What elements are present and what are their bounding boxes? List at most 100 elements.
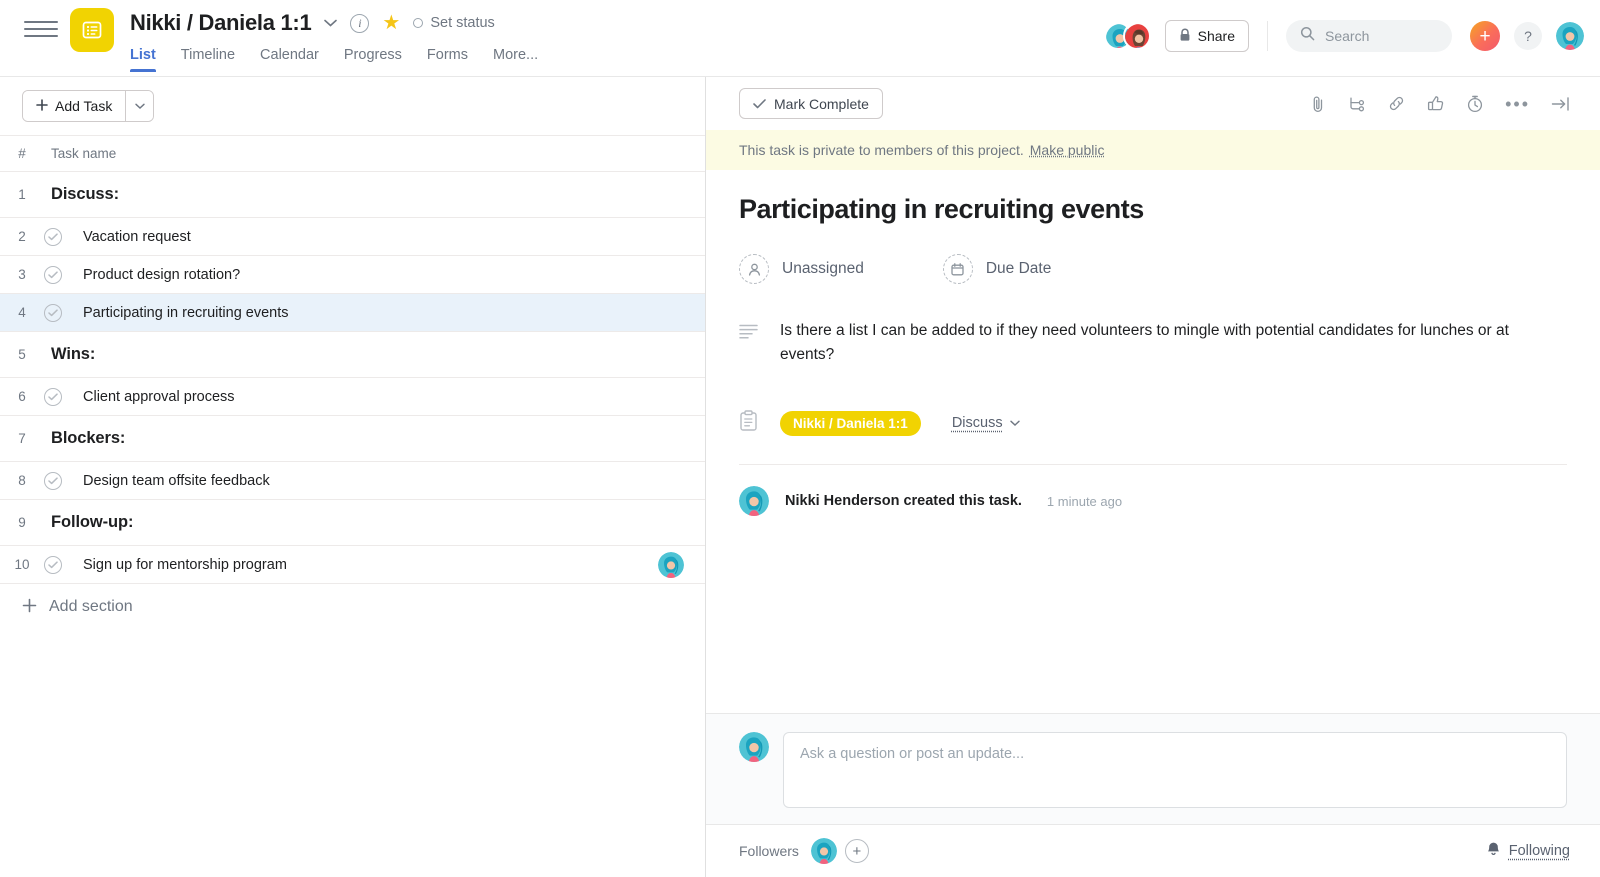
task-section-dropdown[interactable]: Discuss <box>952 415 1020 431</box>
collapse-panel-icon[interactable] <box>1551 96 1570 112</box>
timer-icon[interactable] <box>1466 95 1484 113</box>
project-members-avatars[interactable] <box>1103 22 1151 50</box>
main-content: Add Task # Task name 1 Discuss: 2 Vacati… <box>0 76 1600 877</box>
task-detail-pane: Mark Complete ••• This task is private t… <box>706 77 1600 877</box>
section-title[interactable]: Discuss: <box>44 185 119 204</box>
table-row[interactable]: 6 Client approval process <box>0 378 705 416</box>
add-section-button[interactable]: Add section <box>0 584 705 630</box>
assignee-field[interactable]: Unassigned <box>739 254 864 284</box>
projects-icon <box>739 410 758 436</box>
task-name[interactable]: Product design rotation? <box>62 267 240 283</box>
avatar[interactable] <box>1556 22 1584 50</box>
avatar[interactable] <box>739 732 769 762</box>
calendar-icon <box>942 254 973 284</box>
comment-input[interactable]: Ask a question or post an update... <box>783 732 1567 808</box>
table-row[interactable]: 1 Discuss: <box>0 172 705 218</box>
complete-task-icon[interactable] <box>44 471 62 490</box>
info-icon[interactable]: i <box>350 13 370 33</box>
tab-list[interactable]: List <box>130 47 156 72</box>
avatar[interactable] <box>739 486 769 517</box>
make-public-link[interactable]: Make public <box>1030 142 1105 158</box>
hamburger-icon[interactable] <box>24 12 58 46</box>
section-title[interactable]: Wins: <box>44 345 95 364</box>
description-row: Is there a list I can be added to if the… <box>739 319 1567 367</box>
project-chip[interactable]: Nikki / Daniela 1:1 <box>780 410 921 436</box>
row-number: 4 <box>18 305 26 320</box>
like-icon[interactable] <box>1427 95 1445 112</box>
due-date-field[interactable]: Due Date <box>942 254 1051 284</box>
table-row[interactable]: 7 Blockers: <box>0 416 705 462</box>
star-icon[interactable]: ★ <box>382 13 400 33</box>
table-row[interactable]: 10 Sign up for mentorship program <box>0 546 705 584</box>
row-number: 2 <box>18 229 26 244</box>
chevron-down-icon <box>1009 415 1020 431</box>
tab-forms[interactable]: Forms <box>427 47 468 72</box>
task-actions: ••• <box>1310 95 1570 113</box>
complete-task-icon[interactable] <box>44 303 62 322</box>
plus-icon <box>36 98 48 114</box>
table-row[interactable]: 4 Participating in recruiting events <box>0 294 705 332</box>
add-task-button[interactable]: Add Task <box>23 91 126 121</box>
add-follower-button[interactable]: + <box>844 839 869 863</box>
status-dot-icon <box>413 18 424 28</box>
chevron-down-icon[interactable] <box>324 19 338 27</box>
complete-task-icon[interactable] <box>44 265 62 284</box>
add-task-dropdown-button[interactable] <box>125 91 154 121</box>
avatar[interactable] <box>658 551 684 578</box>
top-bar-actions: Share + ? <box>1103 0 1584 52</box>
row-number: 7 <box>18 431 26 446</box>
list-project-icon[interactable] <box>70 8 114 52</box>
link-icon[interactable] <box>1387 95 1406 112</box>
subtask-icon[interactable] <box>1348 96 1366 112</box>
section-title[interactable]: Blockers: <box>44 429 125 448</box>
add-section-label: Add section <box>49 598 133 615</box>
table-row[interactable]: 9 Follow-up: <box>0 500 705 546</box>
tab-progress[interactable]: Progress <box>344 47 402 72</box>
task-name[interactable]: Participating in recruiting events <box>62 305 289 321</box>
attachment-icon[interactable] <box>1310 95 1327 113</box>
task-meta-row: Unassigned Due Date <box>739 254 1567 284</box>
search-input[interactable] <box>1325 28 1438 44</box>
task-title[interactable]: Participating in recruiting events <box>739 194 1567 225</box>
more-options-icon[interactable]: ••• <box>1505 95 1530 113</box>
help-icon: ? <box>1524 28 1532 44</box>
task-description[interactable]: Is there a list I can be added to if the… <box>780 319 1540 367</box>
tab-timeline[interactable]: Timeline <box>181 47 235 72</box>
search-box[interactable] <box>1286 20 1452 52</box>
task-name[interactable]: Design team offsite feedback <box>62 473 270 489</box>
task-name[interactable]: Sign up for mentorship program <box>62 557 287 573</box>
mark-complete-button[interactable]: Mark Complete <box>739 88 883 119</box>
add-task-row: Add Task <box>0 77 705 135</box>
task-name[interactable]: Client approval process <box>62 389 235 405</box>
plus-icon <box>22 598 37 617</box>
task-section-value: Discuss <box>951 415 1003 432</box>
row-number: 1 <box>18 187 26 202</box>
table-row[interactable]: 8 Design team offsite feedback <box>0 462 705 500</box>
complete-task-icon[interactable] <box>44 555 62 574</box>
privacy-banner: This task is private to members of this … <box>706 130 1600 170</box>
set-status-label: Set status <box>430 15 495 31</box>
tab-calendar[interactable]: Calendar <box>260 47 319 72</box>
following-toggle[interactable]: Following <box>1486 841 1570 861</box>
plus-icon: + <box>1479 25 1491 47</box>
tab-more[interactable]: More... <box>493 47 538 72</box>
avatar[interactable] <box>810 838 837 864</box>
complete-task-icon[interactable] <box>44 387 62 406</box>
help-button[interactable]: ? <box>1514 22 1542 50</box>
table-row[interactable]: 3 Product design rotation? <box>0 256 705 294</box>
add-task-label: Add Task <box>55 98 113 114</box>
project-membership-row: Nikki / Daniela 1:1 Discuss <box>739 410 1567 436</box>
row-number: 9 <box>18 515 26 530</box>
avatar[interactable] <box>1122 22 1151 50</box>
task-name[interactable]: Vacation request <box>62 229 191 245</box>
table-row[interactable]: 5 Wins: <box>0 332 705 378</box>
set-status-button[interactable]: Set status <box>413 15 495 31</box>
create-button[interactable]: + <box>1470 21 1500 51</box>
task-detail-body: Participating in recruiting events Unass… <box>706 170 1600 713</box>
complete-task-icon[interactable] <box>44 227 62 246</box>
section-title[interactable]: Follow-up: <box>44 513 133 532</box>
share-button[interactable]: Share <box>1164 20 1249 52</box>
table-row[interactable]: 2 Vacation request <box>0 218 705 256</box>
activity-text: Nikki Henderson created this task. <box>785 493 1022 510</box>
task-list-pane: Add Task # Task name 1 Discuss: 2 Vacati… <box>0 77 706 877</box>
